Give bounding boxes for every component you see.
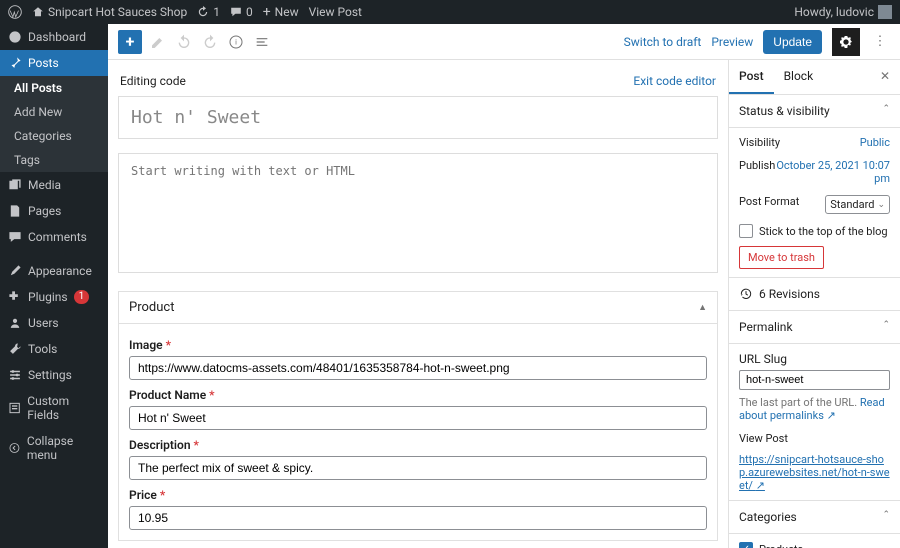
price-label: Price [129,488,157,502]
preview-button[interactable]: Preview [711,35,753,49]
sidebar-all-posts[interactable]: All Posts [0,76,108,100]
move-to-trash-button[interactable]: Move to trash [739,246,824,269]
publish-label: Publish [739,159,775,185]
visibility-label: Visibility [739,136,780,149]
product-name-input[interactable] [129,406,707,430]
price-input[interactable] [129,506,707,530]
stick-label: Stick to the top of the blog [759,225,888,238]
panel-permalink-header[interactable]: Permalink ⌃ [729,311,900,344]
sidebar-add-new[interactable]: Add New [0,100,108,124]
admin-sidebar: Dashboard Posts All Posts Add New Catego… [0,24,108,548]
custom-fields-icon [8,401,21,415]
comments-item[interactable]: 0 [230,5,253,19]
refresh-item[interactable]: 1 [197,5,220,19]
sidebar-dashboard[interactable]: Dashboard [0,24,108,50]
visibility-value[interactable]: Public [860,136,890,149]
desc-label: Description [129,438,191,452]
svg-text:i: i [235,37,237,46]
outline-icon[interactable] [252,32,272,52]
collapse-icon [8,441,21,455]
pin-icon [8,56,22,70]
chevron-up-icon: ▲ [698,302,707,313]
format-label: Post Format [739,195,799,214]
sidebar-users[interactable]: Users [0,310,108,336]
sidebar-tags[interactable]: Tags [0,148,108,172]
new-item[interactable]: +New [263,4,299,20]
image-input[interactable] [129,356,707,380]
update-button[interactable]: Update [763,30,822,54]
external-icon: ↗ [756,479,765,492]
close-settings-button[interactable]: ✕ [870,60,900,94]
users-icon [8,316,22,330]
post-format-select[interactable]: Standard⌄ [825,195,890,214]
external-icon: ↗ [827,409,836,422]
switch-to-draft-button[interactable]: Switch to draft [624,35,702,49]
tab-block[interactable]: Block [774,60,824,94]
more-menu-icon[interactable]: ⋮ [870,32,890,52]
info-icon[interactable]: i [226,32,246,52]
refresh-count: 1 [213,5,220,19]
site-home[interactable]: Snipcart Hot Sauces Shop [32,5,187,19]
settings-sidebar: Post Block ✕ Status & visibility ⌃ Visib… [728,60,900,548]
undo-icon[interactable] [174,32,194,52]
tab-post[interactable]: Post [729,60,774,94]
history-icon [739,287,753,301]
image-label: Image [129,338,163,352]
panel-status-header[interactable]: Status & visibility ⌃ [729,95,900,128]
panel-categories-header[interactable]: Categories ⌃ [729,501,900,534]
user-greeting[interactable]: Howdy, ludovic [794,5,892,19]
description-input[interactable] [129,456,707,480]
view-post-label: View Post [739,432,890,445]
name-label: Product Name [129,388,206,402]
sidebar-comments[interactable]: Comments [0,224,108,250]
dashboard-icon [8,30,22,44]
sidebar-pages[interactable]: Pages [0,198,108,224]
sliders-icon [8,368,22,382]
post-body-textarea[interactable] [118,153,718,273]
settings-gear-button[interactable] [832,28,860,56]
sidebar-posts[interactable]: Posts [0,50,108,76]
pages-icon [8,204,22,218]
sidebar-collapse[interactable]: Collapse menu [0,428,108,468]
exit-code-editor[interactable]: Exit code editor [633,74,716,88]
redo-icon[interactable] [200,32,220,52]
tools-icon [8,342,22,356]
sidebar-media[interactable]: Media [0,172,108,198]
publish-value[interactable]: October 25, 2021 10:07 pm [775,159,890,185]
brush-icon [8,264,22,278]
slug-input[interactable] [739,370,890,390]
media-icon [8,178,22,192]
sidebar-custom-fields[interactable]: Custom Fields [0,388,108,428]
slug-label: URL Slug [739,352,890,366]
chevron-up-icon: ⌃ [882,104,890,118]
sidebar-plugins[interactable]: Plugins1 [0,284,108,310]
avatar [878,5,892,19]
site-name: Snipcart Hot Sauces Shop [48,5,187,19]
editing-code-label: Editing code [120,74,186,88]
chevron-up-icon: ⌃ [882,510,890,524]
wp-logo[interactable] [8,5,22,19]
sidebar-categories[interactable]: Categories [0,124,108,148]
cat-products-checkbox[interactable]: ✓ [739,542,753,548]
plugin-icon [8,290,22,304]
stick-checkbox[interactable] [739,224,753,238]
revisions-row[interactable]: 6 Revisions [729,278,900,311]
cat-products-label: Products [759,543,803,548]
comments-icon [8,230,22,244]
new-label: New [275,5,299,19]
sidebar-settings[interactable]: Settings [0,362,108,388]
metabox-product-header[interactable]: Product ▲ [119,291,717,324]
edit-mode-icon [148,32,168,52]
full-url-link[interactable]: https://snipcart-hotsauce-shop.azurewebs… [739,453,890,492]
plugins-badge: 1 [74,290,90,304]
comments-count: 0 [246,5,253,19]
add-block-button[interactable]: + [118,30,142,54]
chevron-up-icon: ⌃ [882,320,890,334]
sidebar-tools[interactable]: Tools [0,336,108,362]
sidebar-appearance[interactable]: Appearance [0,258,108,284]
view-post-bar[interactable]: View Post [309,5,362,19]
post-title-input[interactable] [118,96,718,139]
